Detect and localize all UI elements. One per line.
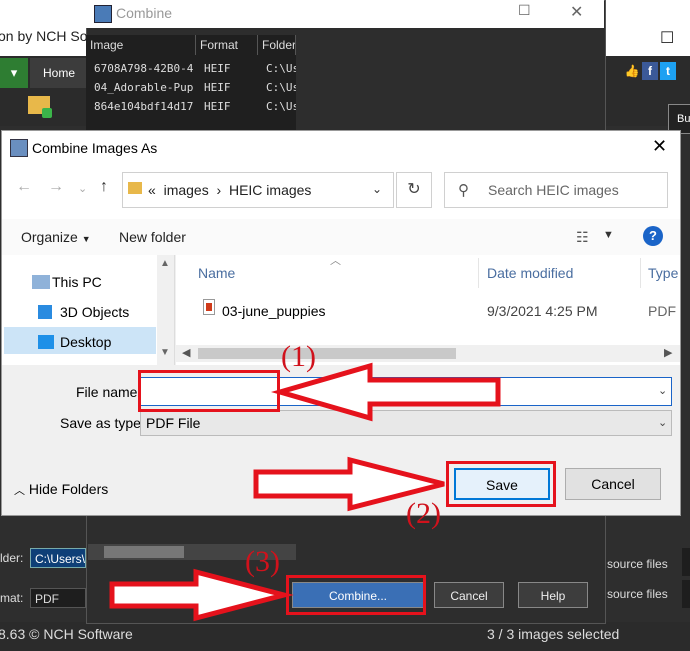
annotation-arrows — [109, 362, 501, 622]
annotation-arrow-3 — [109, 568, 294, 622]
annotation-arrow-1 — [270, 362, 501, 422]
annotation-arrow-2 — [253, 456, 445, 512]
